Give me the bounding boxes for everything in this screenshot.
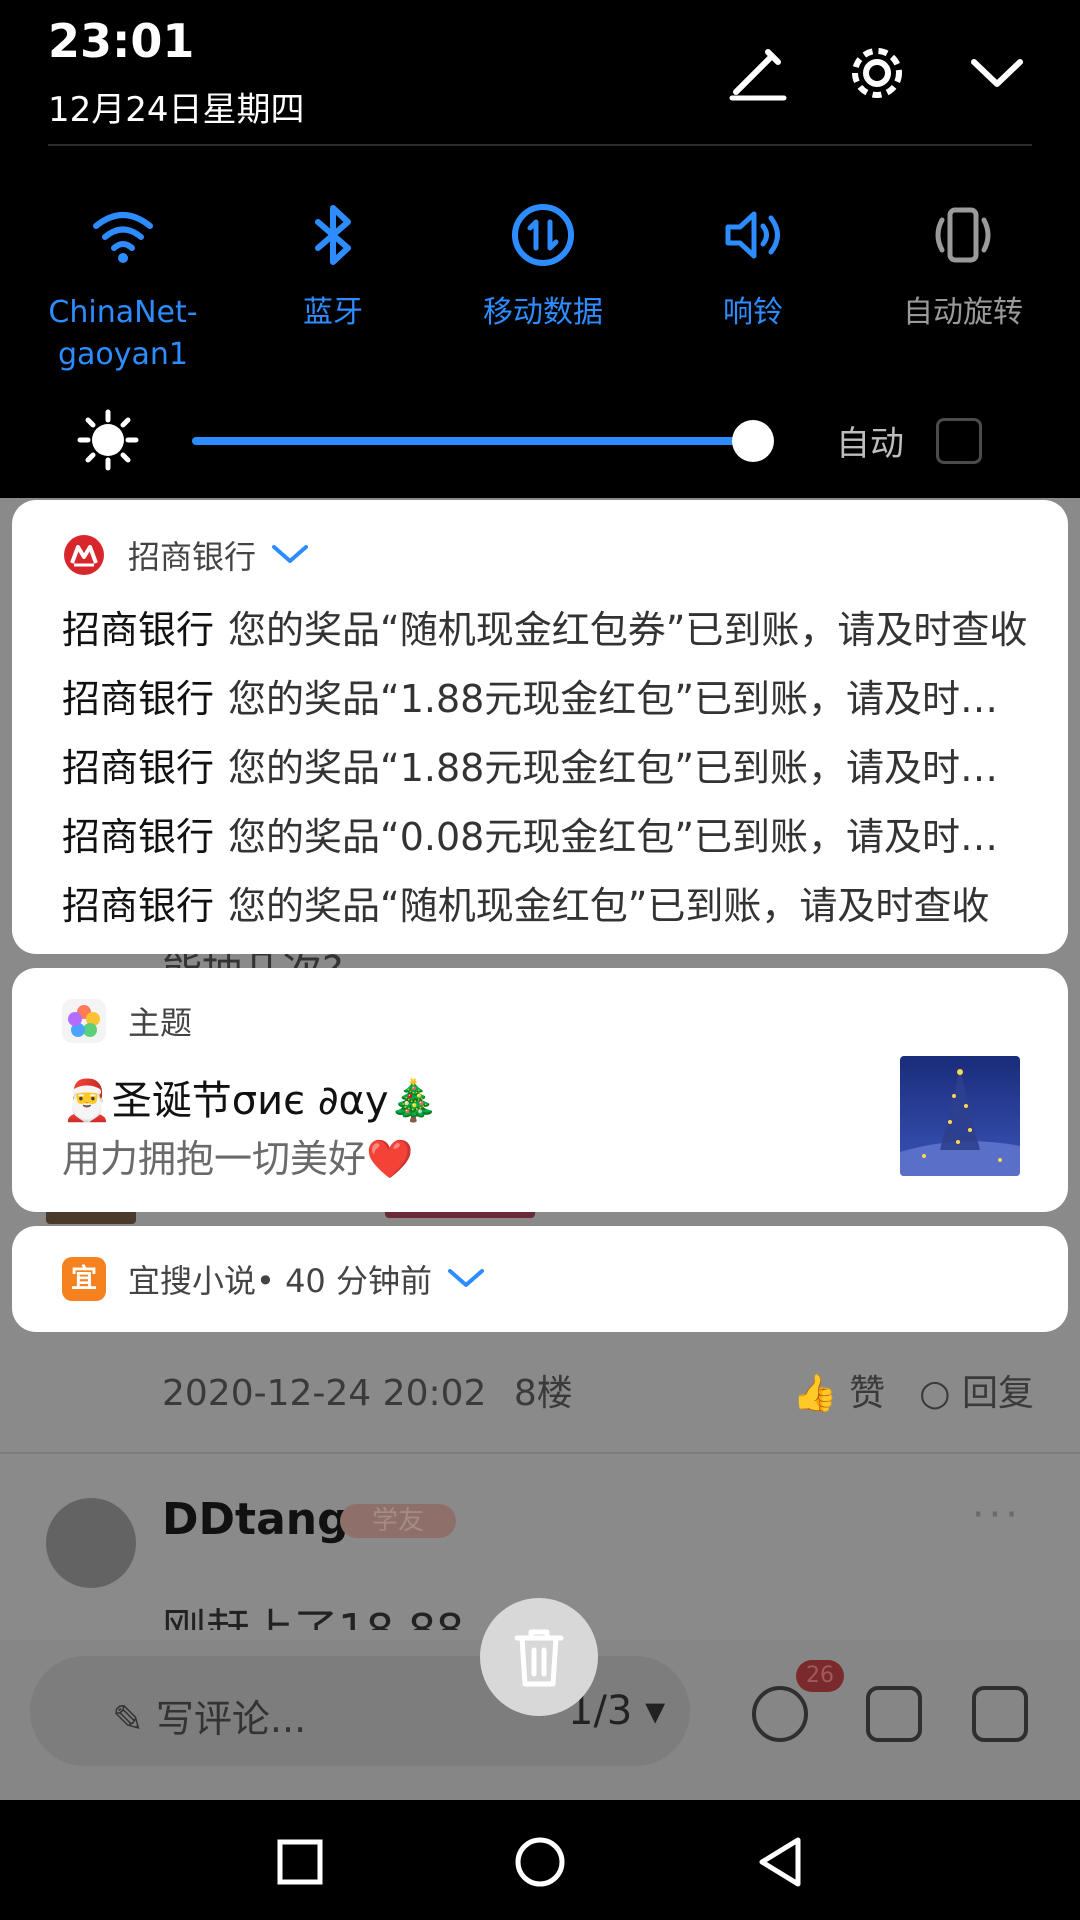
notification-header: 宜 宜搜小说 • 40 分钟前 [62,1256,486,1302]
tile-wifi-label: ChinaNet-gaoyan1 [48,295,198,372]
thumbs-up-icon: 👍 [792,1373,838,1414]
message-sender: 招商银行 [62,746,215,790]
trash-icon [514,1629,564,1687]
clear-all-button[interactable] [480,1598,598,1716]
notification-message: 招商银行 您的奖品“随机现金红包券”已到账，请及时查收 [62,596,1032,665]
post-time: 2020-12-24 20:02 [162,1373,487,1414]
auto-brightness-label: 自动 [836,424,904,464]
date: 12月24日星期四 [48,90,305,130]
message-text: 您的奖品“0.08元现金红包”已到账，请及时查收 [228,815,1032,859]
comment-count-icon[interactable] [752,1686,808,1742]
user-name[interactable]: DDtang [162,1494,349,1545]
notification-subtitle: 用力拥抱一切美好❤️ [62,1137,414,1181]
auto-brightness-checkbox[interactable] [936,418,982,464]
like-label: 赞 [849,1373,886,1414]
thumbs-up-icon[interactable] [866,1686,922,1742]
brightness-row: 自动 [0,408,1080,478]
tile-auto-rotate[interactable]: 自动旋转 [858,200,1068,376]
chevron-down-icon[interactable] [446,1267,486,1291]
notification-novel[interactable]: 宜 宜搜小说 • 40 分钟前 [12,1226,1068,1332]
recent-apps-icon[interactable] [272,1834,328,1890]
wifi-icon [93,212,153,263]
reply-label: 回复 [961,1373,1034,1414]
share-icon[interactable] [972,1686,1028,1742]
notification-shade: 23:01 12月24日星期四 ChinaNet-gaoyan1 蓝牙 移动数据… [0,0,1080,498]
message-sender: 招商银行 [62,677,215,721]
tile-mobile-data[interactable]: 移动数据 [438,200,648,376]
write-comment-placeholder: ✎ 写评论... [112,1697,307,1741]
notification-time: • 40 分钟前 [256,1262,432,1300]
divider [48,144,1032,146]
back-icon[interactable] [752,1834,808,1890]
brightness-icon [77,409,139,471]
more-icon[interactable]: ··· [972,1492,1022,1538]
brightness-slider[interactable] [192,437,752,445]
edit-icon[interactable] [722,38,792,108]
app-name: 主题 [128,1004,193,1042]
tile-mobile-data-label: 移动数据 [483,295,603,330]
notification-message: 招商银行 您的奖品“1.88元现金红包”已到账，请及时查收 [62,665,1032,734]
home-icon[interactable] [512,1834,568,1890]
gear-icon[interactable] [842,38,912,108]
notification-header: 招商银行 [62,532,310,578]
tile-bluetooth-label: 蓝牙 [303,295,363,330]
message-sender: 招商银行 [62,884,215,928]
reply-action[interactable]: ○ 回复 [919,1364,1034,1416]
comment-bubble-icon: ○ [919,1373,951,1414]
message-text: 您的奖品“1.88元现金红包”已到账，请及时查收 [228,677,1032,721]
notification-header: 主题 [62,998,192,1044]
theme-app-icon [62,999,106,1043]
tile-wifi[interactable]: ChinaNet-gaoyan1 [18,200,228,376]
volume-icon [725,211,780,259]
message-text: 您的奖品“随机现金红包券”已到账，请及时查收 [228,608,1028,652]
notification-cmb[interactable]: 招商银行 招商银行 您的奖品“随机现金红包券”已到账，请及时查收 招商银行 您的奖品… [12,500,1068,954]
novel-app-icon: 宜 [62,1257,106,1301]
post-floor: 8楼 [513,1373,573,1414]
tile-auto-rotate-label: 自动旋转 [903,295,1023,330]
write-placeholder-text: 写评论... [155,1697,307,1741]
notification-message: 招商银行 您的奖品“0.08元现金红包”已到账，请及时查收 [62,803,1032,872]
message-text: 您的奖品“1.88元现金红包”已到账，请及时查收 [228,746,1032,790]
notification-messages: 招商银行 您的奖品“随机现金红包券”已到账，请及时查收 招商银行 您的奖品“1.88… [62,596,1032,941]
brightness-slider-handle[interactable] [732,420,774,462]
cmb-bank-icon [64,535,104,575]
message-text: 您的奖品“随机现金红包”已到账，请及时查收 [228,884,990,928]
user-badge: 学友 [340,1504,456,1538]
divider [0,1452,1080,1454]
navigation-bar [0,1800,1080,1920]
rotate-icon [935,207,991,263]
tile-ringer-label: 响铃 [723,295,783,330]
message-sender: 招商银行 [62,608,215,652]
message-sender: 招商银行 [62,815,215,859]
app-name: 宜搜小说 [128,1262,257,1300]
tile-bluetooth[interactable]: 蓝牙 [228,200,438,376]
comment-count-badge: 26 [796,1660,844,1692]
notification-message: 招商银行 您的奖品“随机现金红包”已到账，请及时查收 [62,872,1032,941]
bluetooth-icon [315,205,351,265]
notification-theme[interactable]: 主题 🎅圣诞节σиє ∂αу🎄 用力拥抱一切美好❤️ [12,968,1068,1212]
like-action[interactable]: 👍 赞 [793,1364,885,1416]
comment-text: 刚赶上了18.88 [162,1594,464,1630]
chevron-down-icon[interactable] [962,38,1032,108]
post-meta: 2020-12-24 20:02 8楼 [162,1364,573,1416]
clock: 23:01 [48,14,195,68]
post-actions: 👍 赞 ○ 回复 [793,1364,1034,1416]
avatar[interactable] [46,1498,136,1588]
notification-message: 招商银行 您的奖品“1.88元现金红包”已到账，请及时查收 [62,734,1032,803]
notification-title: 🎅圣诞节σиє ∂αу🎄 [62,1078,439,1124]
tile-ringer[interactable]: 响铃 [648,200,858,376]
quick-settings: ChinaNet-gaoyan1 蓝牙 移动数据 响铃 自动旋转 [18,200,1068,376]
christmas-tree-thumbnail [900,1056,1020,1176]
app-name: 招商银行 [128,538,257,576]
mobile-data-icon [512,204,574,266]
chevron-down-icon[interactable] [270,543,310,567]
